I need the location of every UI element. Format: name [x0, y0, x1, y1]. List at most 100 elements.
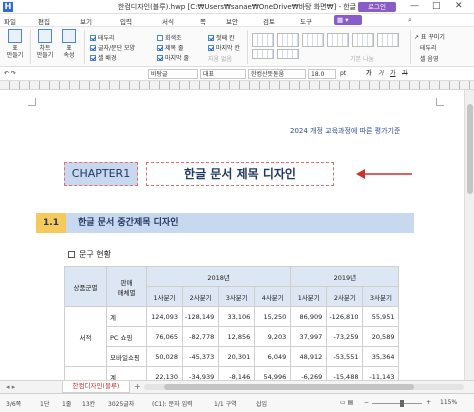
table-style-swatch[interactable]: [277, 49, 299, 59]
login-button[interactable]: 로그인: [358, 2, 396, 12]
check-header-row[interactable]: 제목 줄: [157, 43, 183, 52]
table-style-swatch[interactable]: [252, 49, 274, 59]
search-icon[interactable]: ⌕: [408, 16, 412, 25]
check-border[interactable]: 테두리: [90, 33, 115, 42]
section-title: 한글 문서 중간제목 디자인: [66, 213, 414, 233]
status-insert: 삽입: [256, 401, 268, 408]
zoom-slider[interactable]: [372, 403, 422, 404]
language-select[interactable]: 대표: [200, 69, 246, 79]
create-table-label: 표 만들기: [6, 45, 24, 59]
table-properties-button[interactable]: 표 속성: [58, 29, 80, 59]
table-cell: -126,810: [326, 306, 364, 327]
minimize-icon[interactable]: —: [410, 1, 419, 11]
table-style-swatch[interactable]: [277, 33, 299, 47]
table-cell: 37,997: [290, 326, 328, 347]
underline-button[interactable]: 가: [390, 69, 396, 79]
table-row: 계 22,130 -34,939 -8,146 54,996 -6,269 -1…: [64, 366, 400, 380]
menu-edit[interactable]: 편집: [38, 16, 50, 26]
menu-bar: 파일 편집 보기 입력 서식 쪽 보안 검토 도구 ▦ ▾ ⌕: [0, 14, 474, 27]
document-tab[interactable]: 한컴디자인(블루): [62, 381, 130, 393]
table-cell: 9,203: [254, 326, 292, 347]
zoom-out-icon[interactable]: −: [364, 399, 369, 406]
menu-review[interactable]: 검토: [263, 16, 275, 26]
check-grayscale-label: 회색조: [165, 35, 182, 42]
section-number: 1.1: [36, 213, 66, 233]
table-properties-label: 표 속성: [63, 45, 75, 59]
check-last-col[interactable]: 마지막 칸: [208, 43, 240, 52]
menu-security[interactable]: 보안: [226, 16, 238, 26]
table-style-swatch[interactable]: [352, 33, 374, 47]
table-cell: 20,301: [218, 346, 256, 367]
menu-table-design-tab[interactable]: ▦ ▾: [334, 15, 362, 25]
zoom-slider-handle[interactable]: [400, 400, 404, 407]
close-icon[interactable]: ✕: [455, 1, 463, 11]
row-label: PC 쇼핑: [106, 326, 147, 347]
create-table-button[interactable]: 표 만들기: [4, 29, 26, 59]
header-cell: 판매 매체별: [106, 266, 147, 307]
scroll-thumb[interactable]: [467, 104, 473, 194]
table-cell: -53,551: [326, 346, 364, 367]
table-style-swatch[interactable]: [377, 33, 399, 47]
checkbox-icon: [208, 35, 214, 41]
table-decorate-button[interactable]: ↗ 표 꾸미기: [414, 32, 445, 41]
vertical-scrollbar[interactable]: [464, 90, 474, 380]
cell-shade-button[interactable]: 셀 음영: [420, 54, 438, 63]
table-cell: 12,856: [218, 326, 256, 347]
document-canvas[interactable]: 2024 개정 교육과정에 따른 평가기준 CHAPTER1 한글 문서 제목 …: [0, 90, 464, 380]
menu-file[interactable]: 파일: [4, 16, 16, 26]
undo-icon[interactable]: ↶ ↷: [4, 69, 16, 79]
chapter-label: CHAPTER1: [64, 162, 138, 186]
subhead-text: 문구 현황: [79, 250, 111, 259]
horizontal-ruler[interactable]: [0, 81, 474, 90]
menu-tools[interactable]: 도구: [300, 16, 312, 26]
horizontal-scrollbar[interactable]: [144, 384, 464, 390]
check-first-col-label: 첫째 칸: [216, 35, 235, 42]
table-style-swatch[interactable]: [252, 33, 274, 47]
font-size-input[interactable]: 18.0: [308, 69, 336, 79]
table-style-swatch[interactable]: [302, 33, 324, 47]
menu-page[interactable]: 쪽: [200, 16, 206, 26]
ribbon-divider: [30, 30, 31, 64]
menu-view[interactable]: 보기: [80, 16, 92, 26]
zoom-level[interactable]: 115%: [440, 399, 457, 406]
check-char-para[interactable]: 글자/문단 모양: [90, 43, 135, 52]
checkbox-icon: [157, 45, 163, 51]
strike-button[interactable]: 가: [402, 69, 408, 79]
arrow-annotation-icon: [356, 169, 412, 179]
italic-button[interactable]: 가: [378, 69, 384, 79]
check-grayscale[interactable]: 회색조: [157, 33, 182, 42]
font-select[interactable]: 한컴산뜻돋움: [248, 69, 306, 79]
window-title: 한컴디자인(블루).hwp [C:₩Users₩sanae₩OneDrive₩바…: [117, 3, 357, 11]
check-first-col[interactable]: 첫째 칸: [208, 33, 234, 42]
table-cell: 6,049: [254, 346, 292, 367]
style-select[interactable]: 바탕글: [148, 69, 198, 79]
menu-format[interactable]: 서식: [162, 16, 174, 26]
tab-nav-arrows-icon[interactable]: ◂ ▸: [6, 383, 15, 391]
border-button[interactable]: 테두리: [420, 43, 437, 52]
menu-insert[interactable]: 입력: [120, 16, 132, 26]
table-row: 서적 계 124,093 -128,149 33,106 15,250 86,9…: [64, 306, 400, 367]
check-cell-bg[interactable]: 셀 배경: [90, 53, 116, 62]
view-mode-icon[interactable]: ▭ ▤: [340, 399, 353, 406]
table-cell: -8,146: [218, 366, 256, 380]
data-table[interactable]: 상품군별 판매 매체별 2018년 2019년 1사분기 2사분기 3사분기 4…: [64, 266, 400, 380]
create-chart-button[interactable]: 차트 만들기: [34, 29, 56, 59]
table-cell: 20,589: [362, 326, 400, 347]
table-row: PC 쇼핑 76,065 -82,778 12,856 9,203 37,997…: [65, 326, 400, 347]
bold-button[interactable]: 가: [366, 69, 372, 79]
table-cell: 86,909: [290, 306, 328, 327]
check-last-row[interactable]: 마지막 줄: [157, 53, 189, 62]
check-cell-bg-label: 셀 배경: [98, 55, 117, 62]
table-style-swatch[interactable]: [327, 33, 349, 47]
table-cell: 50,028: [146, 346, 183, 367]
table-cell: 76,065: [146, 326, 183, 347]
status-col: 13칸: [82, 401, 96, 408]
add-tab-icon[interactable]: +: [134, 382, 141, 391]
scroll-thumb[interactable]: [164, 384, 414, 390]
table-cell: -15,488: [326, 366, 364, 380]
maximize-icon[interactable]: □: [432, 1, 441, 11]
header-cell: 4사분기: [254, 286, 292, 307]
zoom-in-icon[interactable]: +: [426, 399, 431, 406]
table-cell: 48,912: [290, 346, 328, 367]
header-cell: 2사분기: [326, 286, 364, 307]
